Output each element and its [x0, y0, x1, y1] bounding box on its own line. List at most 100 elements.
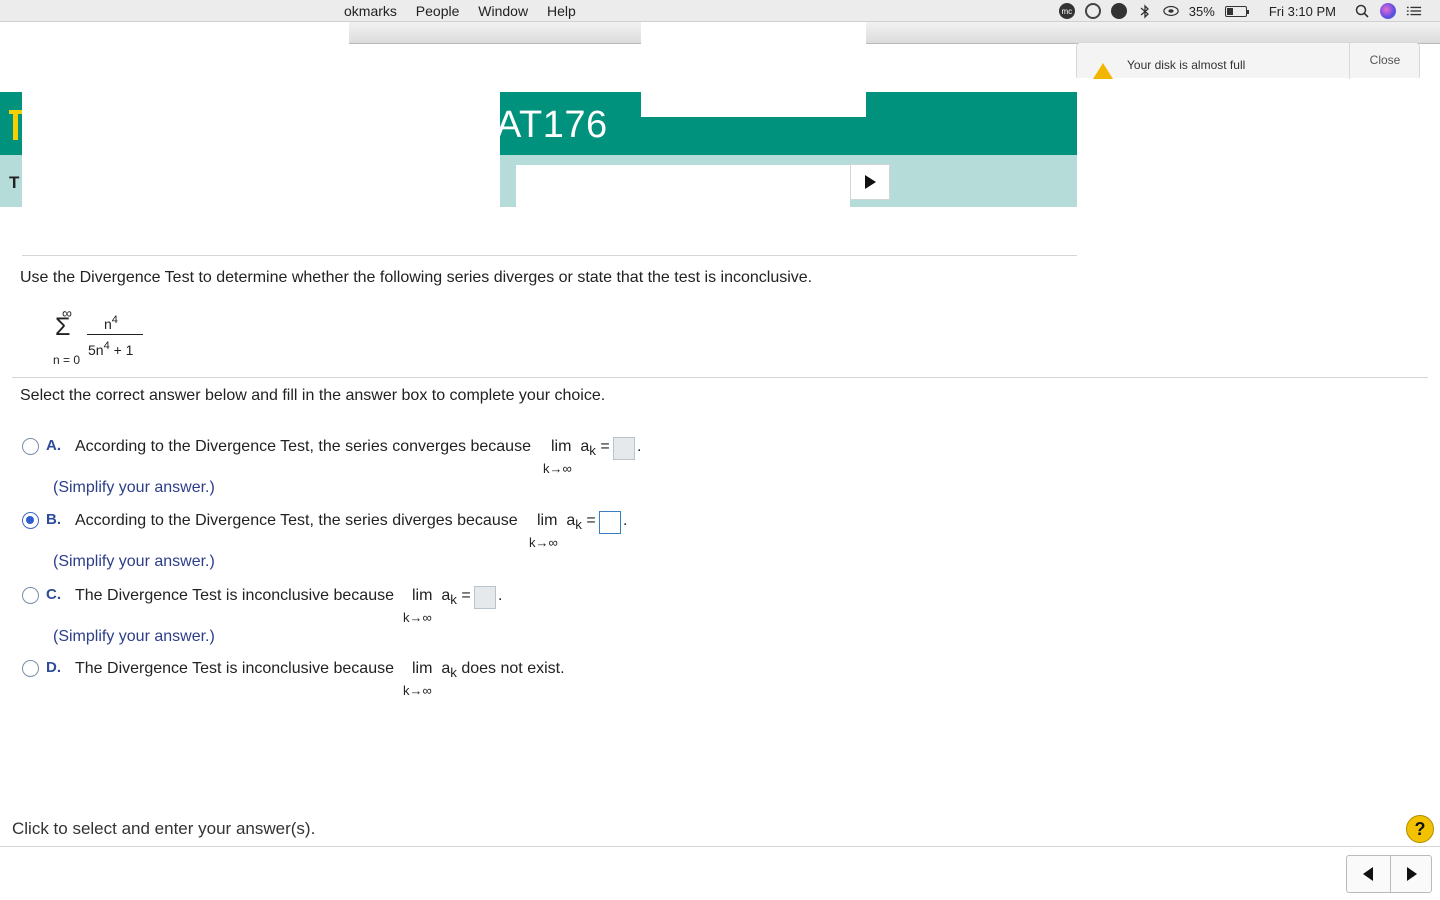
series-denominator: 5n4 + 1: [88, 340, 133, 358]
denominator-tail: + 1: [113, 342, 134, 358]
lim-label: lim: [551, 438, 572, 455]
option-c-text: The Divergence Test is inconclusive beca…: [75, 587, 394, 604]
notification-close-button[interactable]: Close: [1350, 43, 1420, 77]
battery-icon[interactable]: [1224, 5, 1249, 17]
option-c-limit-under: k→∞: [403, 610, 432, 625]
battery-level: [1226, 7, 1233, 15]
clock[interactable]: Fri 3:10 PM: [1269, 4, 1336, 19]
bluetooth-icon[interactable]: [1137, 3, 1153, 19]
question-divider: [12, 377, 1428, 378]
fraction-bar: [87, 334, 143, 335]
denominator-exponent: 4: [103, 340, 110, 352]
option-d-limit: lim ak does not exist.: [412, 660, 565, 680]
battery-percent: 35%: [1188, 3, 1215, 19]
a-symbol: a: [566, 512, 576, 529]
option-c-answer-box[interactable]: [474, 586, 496, 609]
siri-icon[interactable]: [1380, 3, 1396, 19]
option-b-hint: (Simplify your answer.): [53, 553, 215, 570]
k-subscript: k: [450, 665, 457, 681]
banner-logo-mark: [9, 110, 22, 140]
lock-vpn-icon[interactable]: [1110, 3, 1127, 19]
a-symbol: a: [441, 660, 451, 677]
menu-bookmarks[interactable]: okmarks: [344, 3, 397, 19]
k-subscript: k: [450, 592, 457, 608]
notification-message: Your disk is almost full: [1127, 58, 1246, 72]
option-b[interactable]: B. According to the Divergence Test, the…: [22, 511, 722, 551]
list-icon[interactable]: [1406, 3, 1422, 19]
a-symbol: a: [580, 438, 590, 455]
question-prompt: Use the Divergence Test to determine whe…: [20, 269, 813, 286]
equals-sign: =: [586, 512, 596, 529]
option-b-limit: lim ak =: [537, 512, 596, 532]
subbar-mark: T: [9, 173, 20, 192]
lim-label: lim: [412, 660, 433, 677]
option-c-limit: lim ak =: [412, 587, 471, 607]
option-c[interactable]: C. The Divergence Test is inconclusive b…: [22, 586, 722, 626]
option-c-hint: (Simplify your answer.): [53, 628, 215, 645]
lim-label: lim: [412, 587, 433, 604]
option-b-period: .: [623, 512, 628, 529]
option-b-letter: B.: [46, 511, 61, 528]
option-b-answer-box[interactable]: [599, 511, 621, 534]
sigma-symbol: Σ: [55, 313, 71, 341]
previous-button[interactable]: [1347, 856, 1390, 892]
series-numerator: n4: [104, 314, 118, 332]
help-button[interactable]: ?: [1406, 815, 1434, 843]
menu-bar: okmarks People Window Help mc 35% Fri 3:…: [0, 0, 1440, 22]
menu-help[interactable]: Help: [547, 3, 576, 19]
a-symbol: a: [441, 587, 451, 604]
equals-sign: =: [600, 438, 610, 455]
next-button[interactable]: [1391, 856, 1433, 892]
does-not-exist-text: does not exist.: [461, 660, 565, 677]
footer-status: Click to select and enter your answer(s)…: [12, 819, 316, 838]
mc-badge-icon[interactable]: mc: [1058, 3, 1075, 19]
menu-people[interactable]: People: [416, 3, 460, 19]
option-a-answer-box[interactable]: [613, 437, 635, 460]
wifi-icon[interactable]: [1163, 3, 1179, 19]
redacted-field: [516, 165, 850, 207]
status-area: mc 35% Fri 3:10 PM: [1058, 1, 1422, 21]
option-b-text: According to the Divergence Test, the se…: [75, 512, 518, 529]
numerator-exponent: 4: [111, 314, 118, 326]
equals-sign: =: [461, 587, 471, 604]
series-expression: ∞ Σ n = 0 n4 5n4 + 1: [50, 305, 160, 370]
denominator-base: 5n: [88, 342, 104, 358]
option-a[interactable]: A. According to the Divergence Test, the…: [22, 437, 722, 477]
option-c-radio[interactable]: [22, 587, 39, 604]
option-a-hint: (Simplify your answer.): [53, 479, 215, 496]
option-a-radio[interactable]: [22, 438, 39, 455]
menu-window[interactable]: Window: [478, 3, 528, 19]
redacted-panel: [22, 44, 500, 256]
option-d-limit-under: k→∞: [403, 683, 432, 698]
numerator-base: n: [104, 316, 112, 332]
disk-full-notification: Your disk is almost full Close: [1076, 42, 1420, 79]
footer-divider: [0, 846, 1440, 847]
option-d-text: The Divergence Test is inconclusive beca…: [75, 660, 394, 677]
redacted-tab: [641, 22, 866, 117]
option-b-limit-under: k→∞: [529, 535, 558, 550]
option-d[interactable]: D. The Divergence Test is inconclusive b…: [22, 659, 722, 699]
question-nav: [1346, 855, 1432, 893]
option-c-letter: C.: [46, 586, 61, 603]
menu-list: okmarks People Window Help: [344, 3, 591, 19]
option-d-letter: D.: [46, 659, 61, 676]
option-a-limit-under: k→∞: [543, 461, 572, 476]
search-icon[interactable]: [1354, 3, 1370, 19]
lim-label: lim: [537, 512, 558, 529]
option-a-period: .: [637, 438, 642, 455]
series-lower-limit: n = 0: [53, 353, 81, 367]
option-c-period: .: [498, 587, 503, 604]
browser-toolbar: [349, 22, 1440, 44]
k-subscript: k: [575, 517, 582, 533]
option-a-letter: A.: [46, 437, 61, 454]
course-title: AT176: [496, 104, 608, 146]
option-b-radio[interactable]: [22, 512, 39, 529]
next-question-button[interactable]: [850, 164, 890, 200]
screen: okmarks People Window Help mc 35% Fri 3:…: [0, 0, 1440, 900]
option-d-radio[interactable]: [22, 660, 39, 677]
option-a-text: According to the Divergence Test, the se…: [75, 438, 531, 455]
play-icon: [864, 175, 876, 189]
option-a-limit: lim ak =: [551, 438, 610, 458]
banner-divider: [22, 255, 1077, 256]
circle-icon[interactable]: [1084, 3, 1101, 19]
